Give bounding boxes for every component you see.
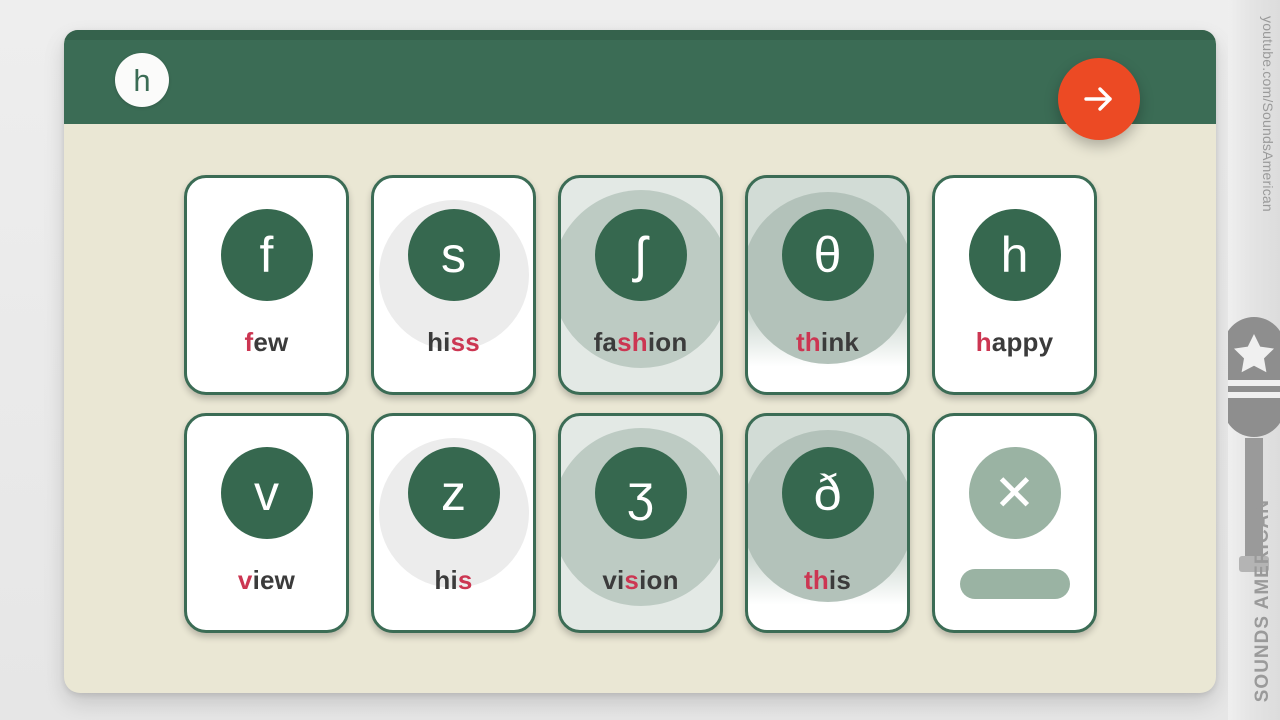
- word-suffix: ink: [820, 327, 860, 357]
- phoneme-symbol: f: [220, 209, 313, 301]
- brand-name-watermark: SOUNDS AMERICAN: [1252, 498, 1273, 702]
- word-highlight: th: [803, 565, 829, 595]
- phoneme-symbol: ʃ: [594, 209, 687, 301]
- word-highlight: h: [975, 327, 992, 357]
- word-suffix: iew: [252, 565, 296, 595]
- word-prefix: vi: [602, 565, 625, 595]
- close-card[interactable]: ✕: [932, 413, 1097, 633]
- phoneme-card-this[interactable]: ð this: [745, 413, 910, 633]
- word-prefix: hi: [427, 327, 451, 357]
- phoneme-card-hiss[interactable]: s hiss: [371, 175, 536, 395]
- phoneme-card-view[interactable]: v view: [184, 413, 349, 633]
- word-highlight: ss: [450, 327, 480, 357]
- phoneme-card-vision[interactable]: ʒ vision: [558, 413, 723, 633]
- phoneme-symbol: ð: [781, 447, 874, 539]
- phoneme-symbol: θ: [781, 209, 874, 301]
- branding-rail: youtube.com/SoundsAmerican SOUNDS AMERIC…: [1228, 0, 1280, 720]
- example-word: happy: [976, 329, 1054, 355]
- example-word: few: [245, 329, 289, 355]
- word-placeholder-bar: [959, 569, 1070, 599]
- phoneme-card-grid: f few s hiss ʃ fashion θ think h happy v view z his ʒ v…: [184, 175, 1099, 635]
- example-word: hiss: [427, 329, 480, 355]
- word-suffix: ion: [639, 565, 679, 595]
- word-highlight: th: [795, 327, 821, 357]
- panel-header: h: [64, 30, 1216, 124]
- close-icon[interactable]: ✕: [968, 447, 1061, 539]
- example-word: this: [804, 567, 851, 593]
- arrow-right-icon: [1078, 78, 1120, 120]
- channel-url-watermark: youtube.com/SoundsAmerican: [1260, 16, 1276, 212]
- lesson-panel: h f few s hiss ʃ fashion θ think h happy v view z his…: [64, 30, 1216, 693]
- word-prefix: hi: [434, 565, 458, 595]
- phoneme-card-fashion[interactable]: ʃ fashion: [558, 175, 723, 395]
- word-suffix: appy: [991, 327, 1054, 357]
- phoneme-symbol: v: [220, 447, 313, 539]
- word-prefix: fa: [593, 327, 618, 357]
- phoneme-symbol: s: [407, 209, 500, 301]
- app-root: h f few s hiss ʃ fashion θ think h happy v view z his…: [0, 0, 1280, 720]
- phoneme-card-few[interactable]: f few: [184, 175, 349, 395]
- example-word: fashion: [594, 329, 688, 355]
- phoneme-card-happy[interactable]: h happy: [932, 175, 1097, 395]
- word-suffix: ion: [647, 327, 688, 357]
- word-highlight: sh: [617, 327, 648, 357]
- phoneme-symbol: h: [968, 209, 1061, 301]
- word-suffix: is: [828, 565, 852, 595]
- example-word: vision: [602, 567, 678, 593]
- current-phoneme-badge[interactable]: h: [115, 53, 169, 107]
- example-word: his: [434, 567, 472, 593]
- phoneme-card-his[interactable]: z his: [371, 413, 536, 633]
- word-suffix: ew: [253, 327, 289, 357]
- word-highlight: s: [624, 565, 640, 595]
- word-highlight: s: [457, 565, 473, 595]
- example-word: view: [238, 567, 295, 593]
- example-word: think: [796, 329, 859, 355]
- next-button[interactable]: [1058, 58, 1140, 140]
- phoneme-symbol: z: [407, 447, 500, 539]
- word-highlight: v: [237, 565, 253, 595]
- phoneme-card-think[interactable]: θ think: [745, 175, 910, 395]
- phoneme-symbol: ʒ: [594, 447, 687, 539]
